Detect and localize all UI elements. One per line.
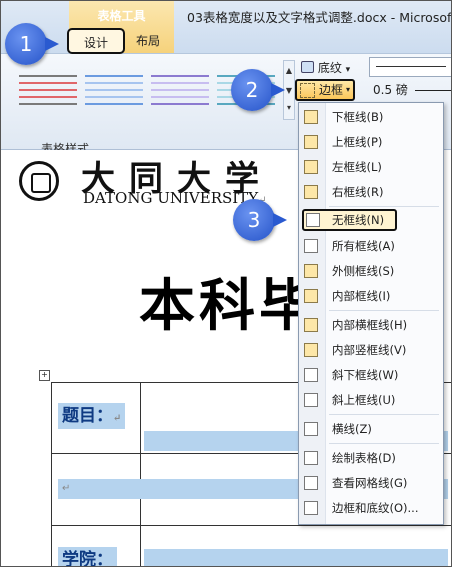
gridlines-icon: [304, 476, 318, 490]
menu-item-view-gridlines[interactable]: 查看网格线(G): [299, 471, 443, 495]
horizontal-line-icon: [304, 422, 318, 436]
no-border-icon: [306, 213, 320, 227]
table-row[interactable]: 学院：: [52, 525, 451, 566]
draw-table-icon: [304, 451, 318, 465]
step-number: 2: [245, 78, 259, 102]
menu-item-draw-table[interactable]: 绘制表格(D): [299, 446, 443, 470]
menu-item-no-border[interactable]: 无框线(N): [302, 209, 397, 231]
menu-item-label: 内部框线(I): [332, 289, 391, 303]
tab-design[interactable]: 设计: [67, 28, 125, 54]
shading-button[interactable]: 底纹 ▾: [301, 59, 350, 76]
inside-vertical-border-icon: [304, 343, 318, 357]
menu-item-label: 外侧框线(S): [332, 264, 395, 278]
menu-item-label: 内部竖框线(V): [332, 343, 407, 357]
menu-item-diagonal-up[interactable]: 斜上框线(U): [299, 388, 443, 412]
step-number: 3: [247, 208, 261, 232]
table-style-swatch[interactable]: [85, 70, 143, 108]
step-callout-3: 3: [233, 199, 287, 241]
menu-separator: [329, 414, 439, 415]
table-style-swatch[interactable]: [151, 70, 209, 108]
step-number: 1: [19, 32, 33, 56]
borders-label: 边框: [319, 83, 344, 97]
menu-item-label: 绘制表格(D): [332, 451, 396, 465]
menu-item-label: 斜上框线(U): [332, 393, 396, 407]
cell-highlight: [144, 549, 448, 566]
menu-item-label: 内部横框线(H): [332, 318, 408, 332]
menu-item-inside-borders[interactable]: 内部框线(I): [299, 284, 443, 308]
more-icon[interactable]: ▾: [284, 101, 294, 115]
label-topic-text: 题目：: [62, 406, 113, 426]
menu-item-all-borders[interactable]: 所有框线(A): [299, 234, 443, 258]
menu-item-borders-and-shading[interactable]: 边框和底纹(O)...: [299, 496, 443, 520]
menu-item-label: 左框线(L): [332, 160, 382, 174]
document-title: 03表格宽度以及文字格式调整.docx - Microsoft: [187, 10, 452, 25]
menu-item-label: 上框线(P): [332, 135, 383, 149]
menu-separator: [329, 310, 439, 311]
inside-borders-icon: [304, 289, 318, 303]
diagonal-up-border-icon: [304, 393, 318, 407]
bottom-border-icon: [304, 110, 318, 124]
borders-dropdown-menu: 下框线(B) 上框线(P) 左框线(L) 右框线(R) 无框线(N) 所有框线(…: [298, 102, 444, 525]
paragraph-mark: ↵: [62, 483, 71, 494]
word-window: 表格工具 03表格宽度以及文字格式调整.docx - Microsoft 设计 …: [0, 0, 452, 567]
pen-weight-line: [415, 90, 451, 91]
borders-button[interactable]: 边框 ▾: [295, 79, 355, 101]
shading-dropdown-icon: ▾: [345, 65, 351, 75]
step-callout-1: 1: [5, 23, 59, 65]
university-logo-icon: [19, 161, 59, 201]
context-group-title: 表格工具: [97, 9, 146, 23]
menu-item-label: 横线(Z): [332, 422, 372, 436]
menu-item-label: 下框线(B): [332, 110, 384, 124]
menu-item-horizontal-line[interactable]: 横线(Z): [299, 417, 443, 441]
label-topic: 题目：↵: [58, 403, 126, 429]
university-name-en-text: DATONG UNIVERSITY: [83, 189, 259, 207]
paint-bucket-icon: [301, 61, 314, 73]
outside-borders-icon: [304, 264, 318, 278]
thesis-title: 本科毕: [139, 274, 319, 339]
pen-weight-selector[interactable]: 0.5 磅: [373, 81, 408, 98]
table-style-swatch[interactable]: [19, 70, 77, 108]
borders-dropdown-icon[interactable]: ▾: [346, 81, 350, 99]
label-college: 学院：: [58, 547, 117, 566]
borders-shading-dialog-icon: [304, 501, 318, 515]
scroll-down-icon[interactable]: ▼: [284, 81, 294, 101]
menu-item-label: 边框和底纹(O)...: [332, 501, 419, 515]
step-callout-2: 2: [231, 69, 285, 111]
menu-item-diagonal-down[interactable]: 斜下框线(W): [299, 363, 443, 387]
menu-item-bottom-border[interactable]: 下框线(B): [299, 105, 443, 129]
menu-item-top-border[interactable]: 上框线(P): [299, 130, 443, 154]
menu-item-outside-borders[interactable]: 外侧框线(S): [299, 259, 443, 283]
menu-item-inside-vertical[interactable]: 内部竖框线(V): [299, 338, 443, 362]
top-border-icon: [304, 135, 318, 149]
menu-item-label: 所有框线(A): [332, 239, 395, 253]
diagonal-down-border-icon: [304, 368, 318, 382]
pen-style-selector[interactable]: [369, 57, 451, 77]
table-move-handle-icon[interactable]: +: [39, 370, 50, 381]
menu-item-right-border[interactable]: 右框线(R): [299, 180, 443, 204]
scroll-up-icon[interactable]: ▲: [284, 61, 294, 81]
menu-item-label: 右框线(R): [332, 185, 384, 199]
left-border-icon: [304, 160, 318, 174]
right-border-icon: [304, 185, 318, 199]
menu-item-inside-horizontal[interactable]: 内部横框线(H): [299, 313, 443, 337]
paragraph-mark: ↵: [113, 413, 122, 424]
tab-layout[interactable]: 布局: [131, 31, 165, 51]
all-borders-icon: [304, 239, 318, 253]
borders-icon: [300, 83, 315, 98]
menu-separator: [329, 443, 439, 444]
menu-item-left-border[interactable]: 左框线(L): [299, 155, 443, 179]
menu-separator: [329, 206, 439, 207]
inside-horizontal-border-icon: [304, 318, 318, 332]
menu-item-label: 斜下框线(W): [332, 368, 399, 382]
menu-item-label: 查看网格线(G): [332, 476, 408, 490]
menu-item-label: 无框线(N): [332, 213, 385, 227]
shading-label: 底纹: [317, 61, 342, 75]
